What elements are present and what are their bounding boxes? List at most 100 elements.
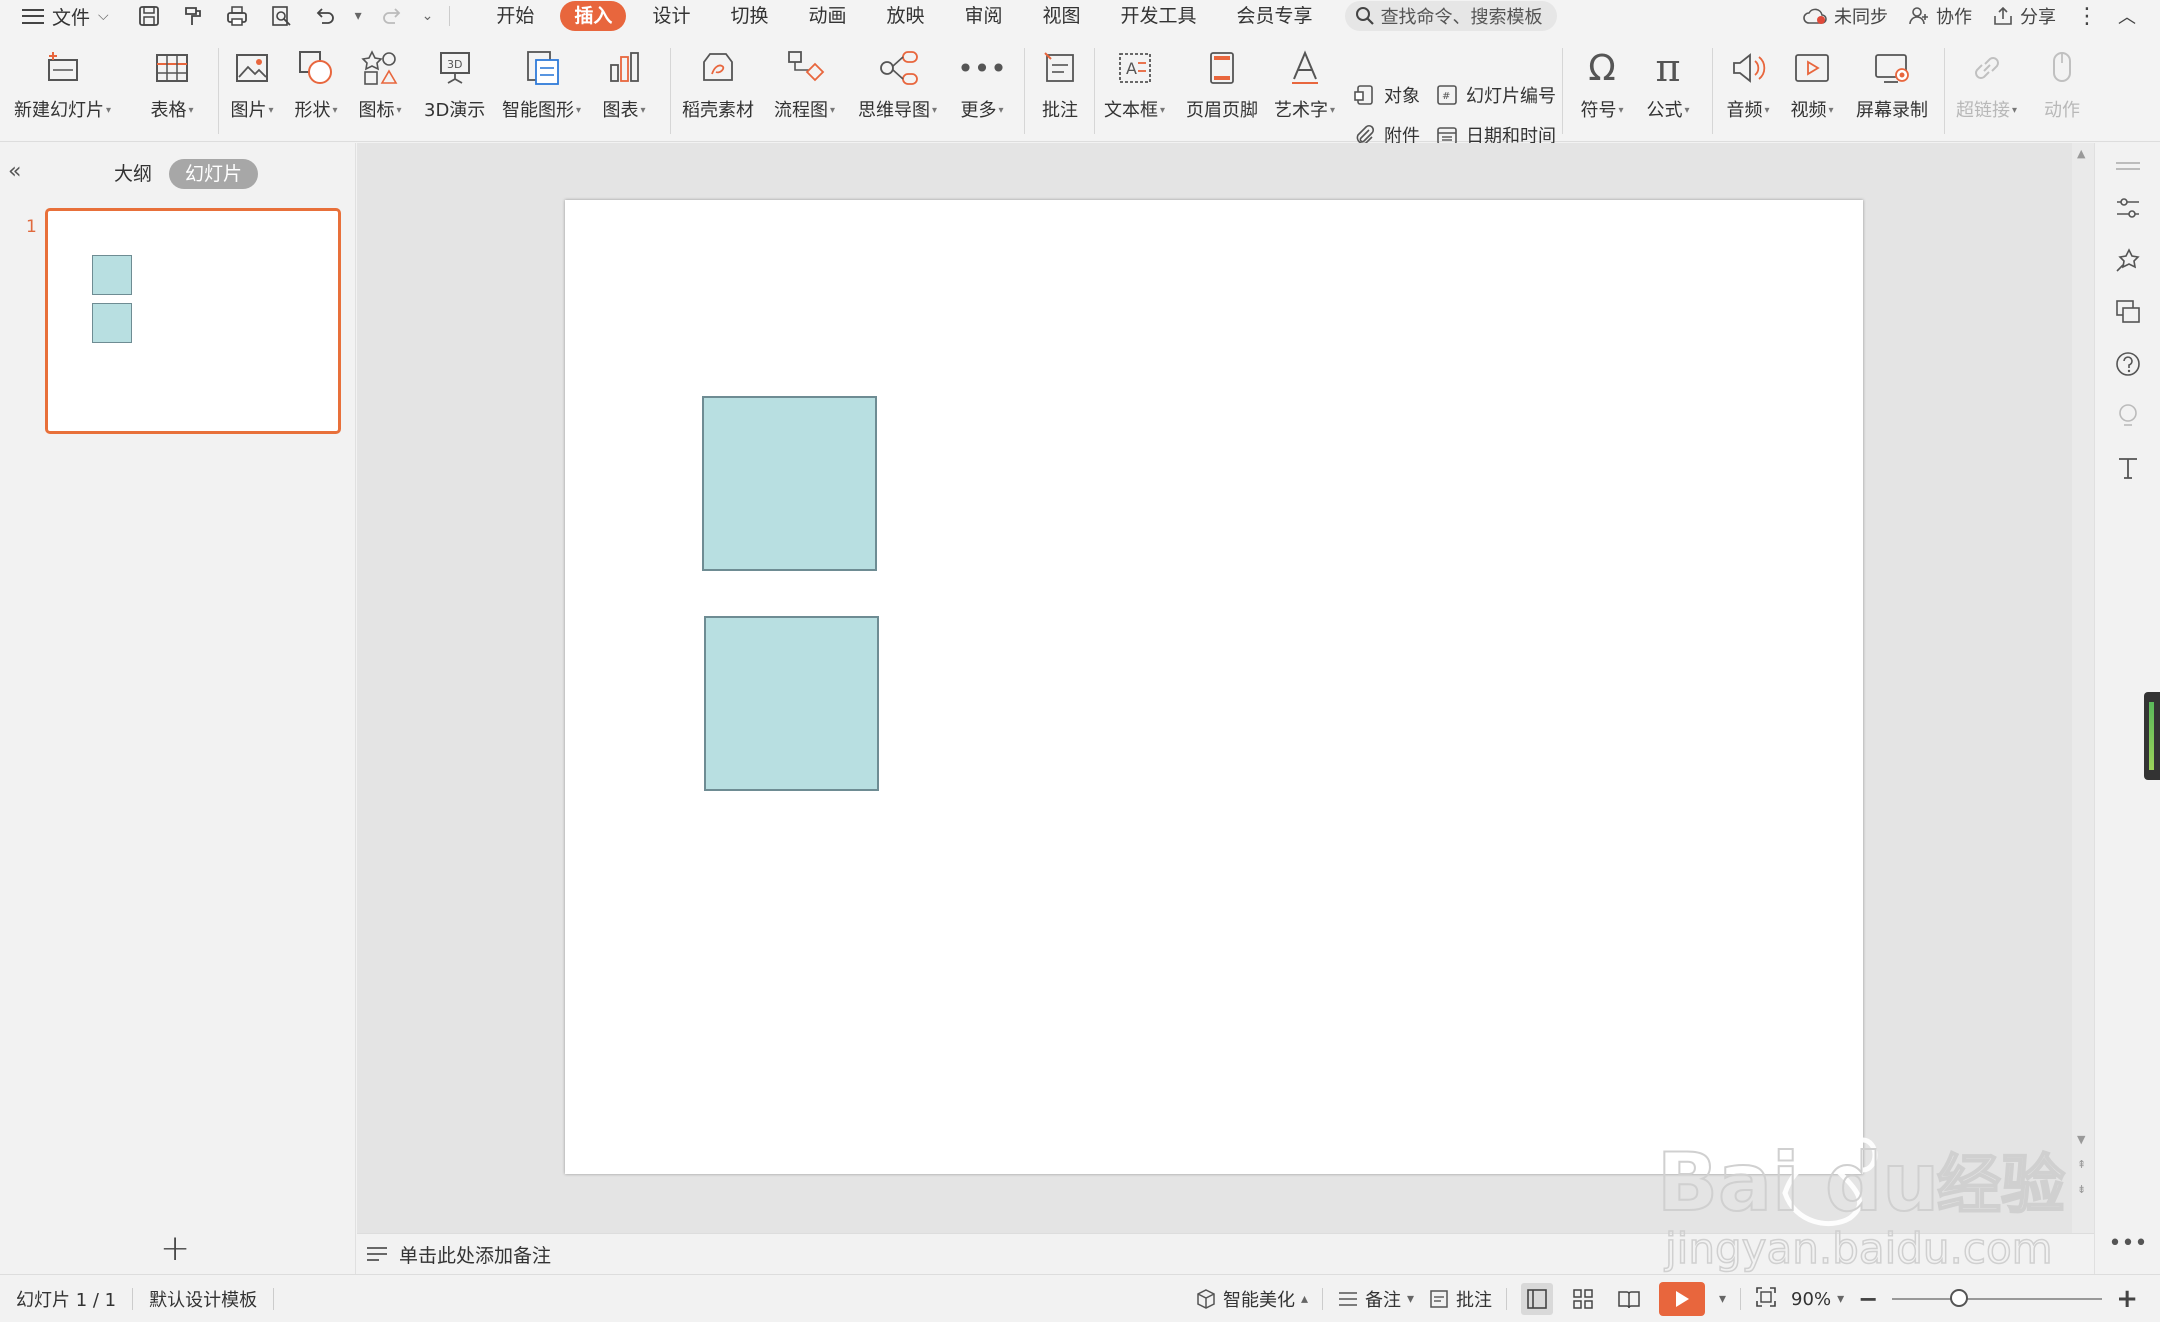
undo-dropdown-icon[interactable]: ▾ <box>355 8 362 24</box>
collapse-panel-icon[interactable]: « <box>8 159 21 184</box>
smartart-button[interactable]: 智能图形 ▾ <box>502 46 581 122</box>
zoom-out-button[interactable]: − <box>1858 1285 1878 1313</box>
comments-toggle-button[interactable]: 批注 <box>1428 1286 1492 1312</box>
slide-number-label: 幻灯片编号 <box>1466 86 1556 107</box>
zoom-level[interactable]: 90% ▾ <box>1791 1289 1844 1310</box>
share-button[interactable]: 分享 <box>1992 3 2056 29</box>
scroll-down-icon[interactable]: ▼ <box>2077 1133 2085 1146</box>
rectangle-shape-1[interactable] <box>702 396 877 571</box>
share-icon <box>1994 6 2012 25</box>
prev-slide-icon[interactable]: ⇞ <box>2077 1158 2086 1171</box>
grid-view-icon <box>1573 1289 1593 1309</box>
collapse-ribbon-icon[interactable]: ︿ <box>2118 3 2136 29</box>
fit-window-icon[interactable] <box>1755 1286 1777 1313</box>
slide[interactable] <box>565 200 1863 1174</box>
textbox-button[interactable]: A 文本框 ▾ <box>1104 46 1165 122</box>
collaborate-button[interactable]: 协作 <box>1908 3 1972 29</box>
new-slide-button[interactable]: 新建幻灯片 ▾ <box>14 46 111 122</box>
print-preview-icon[interactable] <box>267 2 295 30</box>
mouse-icon <box>2040 46 2084 90</box>
normal-view-button[interactable] <box>1521 1283 1554 1315</box>
chart-button[interactable]: 图表 ▾ <box>602 46 646 122</box>
tab-member[interactable]: 会员专享 <box>1217 1 1333 31</box>
animation-star-icon[interactable] <box>2113 245 2143 275</box>
more-button[interactable]: ••• 更多 ▾ <box>957 46 1007 122</box>
hyperlink-button[interactable]: 超链接 ▾ <box>1956 46 2017 122</box>
zoom-in-button[interactable]: + <box>2116 1284 2138 1314</box>
daoke-material-button[interactable]: 稻壳素材 <box>682 46 754 122</box>
sync-label: 未同步 <box>1834 7 1888 28</box>
transition-icon[interactable] <box>2113 297 2143 327</box>
format-painter-icon[interactable] <box>179 2 207 30</box>
more-vertical-icon[interactable]: ⋮ <box>2076 4 2098 29</box>
undo-icon[interactable] <box>311 2 339 30</box>
slide-number-button[interactable]: # 幻灯片编号 <box>1434 82 1556 108</box>
lightbulb-icon[interactable] <box>2113 401 2143 431</box>
sync-status[interactable]: 未同步 <box>1802 3 1888 29</box>
side-handle[interactable] <box>2144 692 2160 780</box>
redo-icon[interactable] <box>378 2 406 30</box>
icon-button[interactable]: 图标 ▾ <box>358 46 402 122</box>
tab-view[interactable]: 视图 <box>1023 1 1101 31</box>
tab-review[interactable]: 审阅 <box>945 1 1023 31</box>
notes-placeholder: 单击此处添加备注 <box>399 1244 552 1267</box>
properties-icon[interactable] <box>2113 193 2143 223</box>
notes-toggle-button[interactable]: 备注 ▾ <box>1337 1286 1414 1312</box>
notes-pane[interactable]: 单击此处添加备注 <box>357 1233 2094 1274</box>
tab-animation[interactable]: 动画 <box>788 1 866 31</box>
screen-record-button[interactable]: 屏幕录制 <box>1856 46 1928 122</box>
help-icon[interactable] <box>2113 349 2143 379</box>
file-menu[interactable]: 文件 ⌵ <box>0 0 121 32</box>
divider <box>1321 1288 1323 1310</box>
tab-design[interactable]: 设计 <box>632 1 710 31</box>
customize-toolbar-icon[interactable]: ⌄ <box>422 8 434 24</box>
play-icon <box>1676 1291 1690 1307</box>
link-icon <box>1965 46 2009 90</box>
add-slide-button[interactable]: + <box>160 1228 190 1269</box>
symbol-button[interactable]: Ω 符号 ▾ <box>1580 46 1624 122</box>
pi-icon: π <box>1655 46 1681 90</box>
chart-icon <box>602 46 646 90</box>
play-slideshow-button[interactable] <box>1659 1282 1706 1316</box>
reading-view-button[interactable] <box>1613 1283 1645 1315</box>
scroll-up-icon[interactable]: ▲ <box>2077 147 2085 160</box>
comment-button[interactable]: 批注 <box>1038 46 1082 122</box>
audio-button[interactable]: 音频 ▾ <box>1726 46 1770 122</box>
tab-insert[interactable]: 插入 <box>560 1 627 31</box>
action-button[interactable]: 动作 <box>2040 46 2084 122</box>
vertical-scrollbar[interactable]: ▲ ▼ ⇞ ⇟ <box>2072 143 2094 1233</box>
zoom-slider-knob[interactable] <box>1950 1289 1969 1307</box>
more-horizontal-icon[interactable]: ••• <box>2109 1228 2148 1258</box>
flowchart-button[interactable]: 流程图 ▾ <box>774 46 835 122</box>
grid-view-button[interactable] <box>1567 1283 1599 1315</box>
shape-button[interactable]: 形状 ▾ <box>294 46 338 122</box>
formula-button[interactable]: π 公式 ▾ <box>1646 46 1690 122</box>
tab-slides[interactable]: 幻灯片 <box>169 159 259 189</box>
save-icon[interactable] <box>135 2 163 30</box>
slide-number-icon: # <box>1434 82 1460 108</box>
table-button[interactable]: 表格 ▾ <box>150 46 194 122</box>
header-footer-button[interactable]: 页眉页脚 <box>1186 46 1258 122</box>
wordart-button[interactable]: 艺术字 ▾ <box>1274 46 1335 122</box>
slide-thumbnail[interactable] <box>45 208 341 434</box>
drag-handle-icon[interactable] <box>2113 151 2143 181</box>
video-button[interactable]: 视频 ▾ <box>1790 46 1834 122</box>
smart-beautify-button[interactable]: 智能美化 ▴ <box>1195 1286 1308 1312</box>
picture-button[interactable]: 图片 ▾ <box>230 46 274 122</box>
3d-demo-button[interactable]: 3D 3D演示 <box>424 46 485 122</box>
rectangle-shape-2[interactable] <box>704 616 879 791</box>
tab-transition[interactable]: 切换 <box>710 1 788 31</box>
tab-home[interactable]: 开始 <box>476 1 554 31</box>
play-options-icon[interactable]: ▾ <box>1719 1291 1726 1307</box>
mindmap-button[interactable]: 思维导图 ▾ <box>858 46 937 122</box>
command-search[interactable]: 查找命令、搜索模板 <box>1344 1 1557 31</box>
tab-developer[interactable]: 开发工具 <box>1101 1 1217 31</box>
object-button[interactable]: 对象 <box>1352 82 1420 108</box>
next-slide-icon[interactable]: ⇟ <box>2077 1183 2086 1196</box>
template-name[interactable]: 默认设计模板 <box>149 1286 257 1312</box>
text-format-icon[interactable] <box>2113 453 2143 483</box>
print-icon[interactable] <box>223 2 251 30</box>
tab-slideshow[interactable]: 放映 <box>866 1 944 31</box>
zoom-slider[interactable] <box>1892 1289 2103 1307</box>
tab-outline[interactable]: 大纲 <box>98 159 168 189</box>
